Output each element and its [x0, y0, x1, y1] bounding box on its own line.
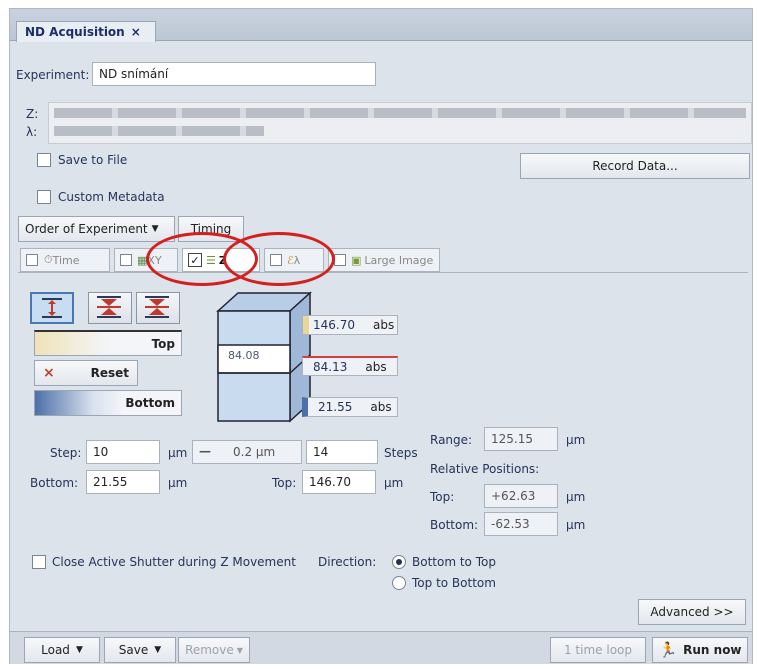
- range-value: 125.15: [484, 427, 558, 451]
- minus-icon: —: [199, 444, 211, 458]
- set-bottom-button[interactable]: Bottom: [34, 390, 182, 416]
- load-button[interactable]: Load ▼: [24, 637, 100, 663]
- step-size-display: — 0.2 μm: [192, 440, 302, 464]
- lambda-dimension-strip: [54, 126, 264, 136]
- bottom-abs-unit: abs: [370, 400, 392, 414]
- time-loop-button[interactable]: 1 time loop: [550, 637, 646, 663]
- custom-metadata-checkbox[interactable]: [37, 190, 51, 204]
- time-checkbox[interactable]: [26, 254, 38, 266]
- top-label: Top:: [272, 476, 297, 490]
- order-of-experiment-dropdown[interactable]: Order of Experiment ▼: [18, 216, 175, 242]
- remove-label: Remove: [185, 643, 234, 657]
- large-image-tab-label: Large Image: [364, 253, 434, 267]
- top-to-bottom-label: Top to Bottom: [412, 576, 496, 590]
- bottom-unit: μm: [168, 476, 188, 490]
- clock-icon: ⏱: [44, 253, 53, 266]
- lambda-strip-label: λ:: [26, 125, 38, 139]
- large-image-checkbox[interactable]: [334, 254, 346, 266]
- relative-bottom-label: Bottom:: [430, 518, 479, 532]
- time-tab-label: Time: [52, 253, 80, 267]
- asymmetric-mode-button[interactable]: [136, 292, 180, 324]
- load-label: Load: [41, 643, 70, 657]
- z-strip-label: Z:: [26, 107, 39, 121]
- save-label: Save: [118, 643, 149, 657]
- experiment-name-input[interactable]: ND snímání: [92, 62, 376, 86]
- relative-top-label: Top:: [430, 490, 455, 504]
- save-to-file-label: Save to File: [58, 153, 128, 167]
- bottom-abs-box: 21.55 abs: [302, 397, 398, 417]
- reset-button[interactable]: ⨯ Reset: [34, 360, 138, 386]
- top-bottom-mode-icon: [42, 298, 62, 318]
- large-image-icon: ▣: [351, 253, 362, 267]
- relative-bottom-value: -62.53: [484, 512, 558, 536]
- chevron-down-icon: ▼: [236, 645, 243, 655]
- asymmetric-mode-icon: [145, 296, 169, 318]
- z-dimension-strip: [54, 108, 746, 118]
- range-unit: μm: [566, 433, 586, 447]
- steps-input[interactable]: 14: [306, 440, 378, 464]
- current-abs-value: 84.13: [313, 359, 348, 374]
- relative-top-unit: μm: [566, 490, 586, 504]
- relative-top-value: +62.63: [484, 484, 558, 508]
- step-size-value: 0.2 μm: [233, 445, 276, 459]
- bottom-abs-value: 21.55: [318, 400, 353, 414]
- top-bottom-mode-button[interactable]: [30, 292, 74, 324]
- set-top-button[interactable]: Top: [34, 330, 182, 356]
- top-abs-box: 146.70 abs: [302, 315, 398, 335]
- reset-icon: ⨯: [43, 365, 55, 381]
- chevron-down-icon: ▼: [151, 224, 159, 234]
- top-button-label: Top: [151, 336, 175, 351]
- run-now-label: Run now: [683, 643, 742, 657]
- bottom-to-top-radio[interactable]: [392, 555, 406, 569]
- top-unit: μm: [384, 476, 404, 490]
- symmetric-mode-icon: [97, 296, 121, 318]
- remove-button[interactable]: Remove ▼: [178, 637, 250, 663]
- top-to-bottom-radio[interactable]: [392, 576, 406, 590]
- close-icon[interactable]: ×: [131, 25, 141, 39]
- save-to-file-checkbox[interactable]: [37, 153, 51, 167]
- running-man-icon: 🏃: [658, 641, 678, 659]
- chevron-down-icon: ▼: [75, 645, 83, 655]
- relative-positions-title: Relative Positions:: [430, 462, 540, 476]
- tab-nd-acquisition[interactable]: ND Acquisition ×: [16, 21, 156, 42]
- tab-bar: ND Acquisition ×: [10, 9, 752, 42]
- top-abs-value: 146.70: [313, 318, 355, 332]
- top-abs-unit: abs: [373, 318, 395, 332]
- symmetric-mode-button[interactable]: [88, 292, 132, 324]
- advanced-button[interactable]: Advanced >>: [638, 599, 746, 625]
- tab-time[interactable]: ⏱ Time: [20, 248, 110, 272]
- xy-checkbox[interactable]: [120, 254, 132, 266]
- relative-bottom-unit: μm: [566, 518, 586, 532]
- reset-button-label: Reset: [90, 366, 129, 380]
- bottom-to-top-label: Bottom to Top: [412, 555, 496, 569]
- step-label: Step:: [50, 446, 82, 460]
- custom-metadata-label: Custom Metadata: [58, 190, 165, 204]
- experiment-label: Experiment:: [16, 68, 90, 82]
- current-abs-unit: abs: [365, 359, 387, 374]
- steps-label: Steps: [384, 446, 418, 460]
- close-shutter-checkbox[interactable]: [32, 555, 46, 569]
- range-label: Range:: [430, 433, 473, 447]
- nd-acquisition-panel: ND Acquisition × Experiment: ND snímání Z…: [9, 8, 753, 664]
- chevron-down-icon: ▼: [154, 645, 162, 655]
- top-position-input[interactable]: 146.70: [302, 470, 376, 494]
- record-data-button[interactable]: Record Data...: [520, 153, 750, 179]
- step-input[interactable]: 10: [86, 440, 160, 464]
- current-z-value: 84.08: [228, 349, 260, 362]
- run-now-button[interactable]: 🏃 Run now: [652, 637, 748, 663]
- close-shutter-label: Close Active Shutter during Z Movement: [52, 555, 296, 569]
- direction-label: Direction:: [318, 555, 377, 569]
- bottom-position-input[interactable]: 21.55: [86, 470, 160, 494]
- current-abs-box: 84.13 abs: [302, 356, 398, 376]
- save-button[interactable]: Save ▼: [104, 637, 176, 663]
- tab-title: ND Acquisition: [25, 25, 125, 39]
- tab-large-image[interactable]: ▣ Large Image: [328, 248, 440, 272]
- step-unit: μm: [168, 446, 188, 460]
- order-of-experiment-label: Order of Experiment: [25, 222, 148, 236]
- annotation-circle-lambda: [223, 232, 335, 286]
- bottom-label: Bottom:: [30, 476, 79, 490]
- bottom-button-label: Bottom: [125, 396, 175, 410]
